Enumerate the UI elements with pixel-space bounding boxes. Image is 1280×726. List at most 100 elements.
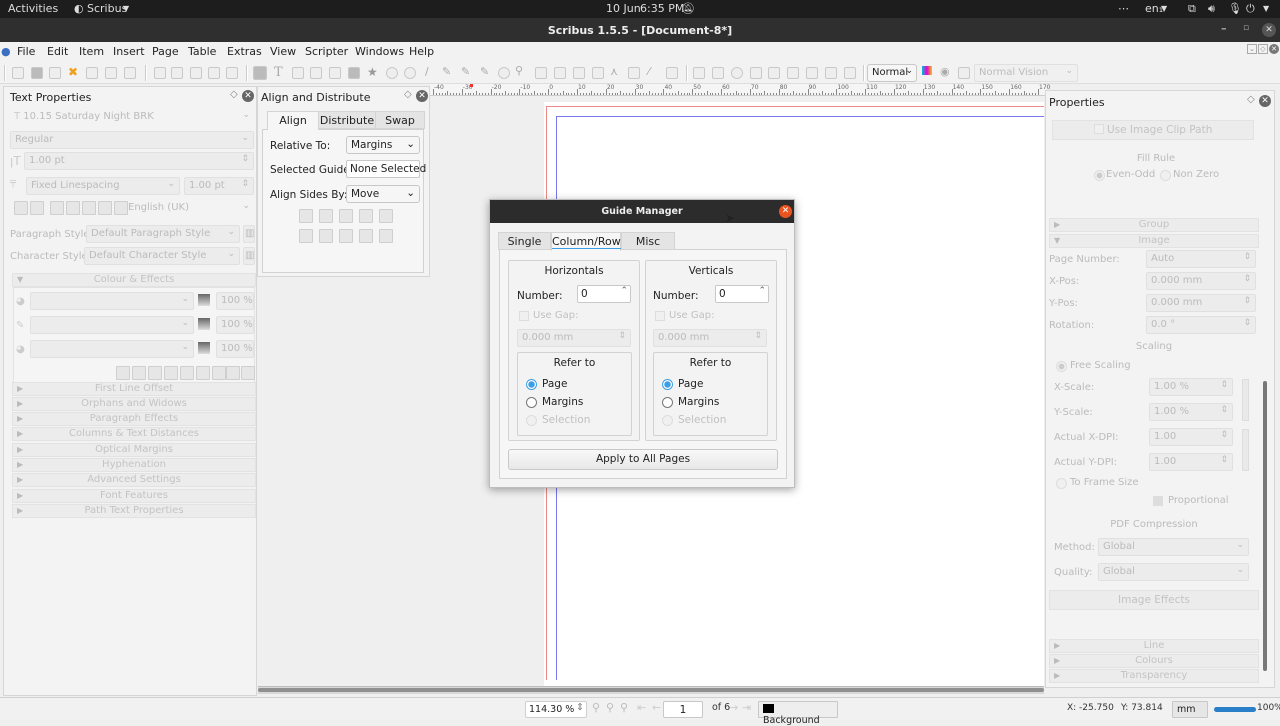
zoom-100-icon[interactable]: ⚲ [606, 701, 614, 714]
stroke-colour-select[interactable]: ⌄ [30, 316, 194, 334]
new-document-icon[interactable] [12, 67, 24, 79]
verticals-gap-input[interactable]: 0.000 mm ⇕ [653, 329, 767, 347]
tab-align[interactable]: Align [267, 111, 319, 130]
doc-restore-button[interactable]: ◇ [1258, 44, 1268, 54]
clear-paragraph-style-button[interactable]: ▥ [243, 225, 255, 243]
character-style-select[interactable]: Default Character Style ⌄ [84, 247, 240, 265]
float-panel-icon[interactable]: ◇ [1247, 94, 1255, 105]
font-shade-input[interactable]: 100 % [216, 292, 254, 310]
open-document-icon[interactable] [31, 67, 43, 79]
line-tool-icon[interactable]: / [425, 65, 429, 78]
close-panel-button[interactable]: ✕ [1259, 95, 1271, 107]
color-management-icon[interactable] [922, 66, 932, 75]
verticals-page-radio[interactable] [662, 379, 673, 390]
spinner-icon[interactable]: ⇕ [576, 702, 584, 713]
verticals-margins-radio[interactable] [662, 397, 673, 408]
copy-properties-icon[interactable] [628, 67, 640, 79]
quality-select[interactable]: Global ⌄ [1098, 563, 1249, 581]
tab-single[interactable]: Single [498, 232, 551, 250]
verticals-use-gap-checkbox[interactable] [655, 311, 665, 321]
menu-insert[interactable]: Insert [113, 45, 145, 58]
pdf-text-field-icon[interactable] [750, 67, 762, 79]
section-paragraph-effects[interactable]: ▶ Paragraph Effects [12, 412, 256, 426]
first-page-icon[interactable]: ⇤ [637, 701, 646, 714]
menu-help[interactable]: Help [409, 45, 434, 58]
image-effects-button[interactable]: Image Effects [1049, 590, 1259, 610]
apply-to-all-pages-button[interactable]: Apply to All Pages [508, 449, 778, 470]
menu-scripter[interactable]: Scripter [305, 45, 348, 58]
menu-view[interactable]: View [270, 45, 296, 58]
pdf-push-button-icon[interactable] [693, 67, 705, 79]
font-size-input[interactable]: 1.00 pt ⇕ [24, 152, 254, 170]
paste-icon[interactable] [226, 67, 238, 79]
tab-swap[interactable]: Swap [375, 111, 425, 129]
background-colour-select[interactable]: ⌄ [30, 340, 194, 358]
to-frame-size-radio[interactable] [1056, 478, 1067, 489]
linespacing-mode-select[interactable]: Fixed Linespacing ⌄ [26, 177, 180, 195]
float-panel-icon[interactable]: ◇ [404, 89, 412, 100]
horizontals-selection-radio[interactable] [526, 415, 537, 426]
menu-edit[interactable]: Edit [47, 45, 68, 58]
rotation-input[interactable]: 0.0 ° ⇕ [1146, 316, 1256, 334]
doc-close-button[interactable]: ✕ [1269, 44, 1279, 54]
section-colour-effects[interactable]: ▼ Colour & Effects [12, 273, 256, 287]
font-style-select[interactable]: Regular ⌄ [10, 131, 254, 149]
preview-mode-icon[interactable]: ◉ [940, 65, 950, 78]
close-document-icon[interactable]: ✖ [68, 65, 78, 79]
image-frame-tool-icon[interactable] [292, 67, 304, 79]
edit-in-preview-icon[interactable] [958, 67, 970, 79]
layer-select[interactable]: Background [758, 701, 838, 726]
edit-contents-icon[interactable] [535, 67, 547, 79]
section-advanced-settings[interactable]: ▶ Advanced Settings [12, 473, 256, 487]
close-window-button[interactable]: ✕ [1262, 23, 1276, 37]
align-left-sides-icon[interactable] [299, 209, 313, 223]
next-page-icon[interactable]: → [729, 701, 738, 714]
tab-distribute[interactable]: Distribute [318, 111, 376, 129]
close-panel-button[interactable]: ✕ [416, 90, 428, 102]
underline-words-icon[interactable] [132, 366, 146, 380]
activities-button[interactable]: Activities [8, 2, 58, 15]
unlink-frames-icon[interactable] [592, 67, 604, 79]
align-right-to-left-icon[interactable] [379, 229, 393, 243]
polygon-tool-icon[interactable]: ★ [367, 65, 378, 79]
section-hyphenation[interactable]: ▶ Hyphenation [12, 458, 256, 472]
align-top-to-bottom-icon[interactable] [319, 229, 333, 243]
align-right-icon[interactable] [82, 201, 96, 215]
yscale-input[interactable]: 1.00 % ⇕ [1149, 403, 1233, 421]
section-font-features[interactable]: ▶ Font Features [12, 489, 256, 503]
export-pdf-icon[interactable] [124, 67, 136, 79]
section-colours[interactable]: ▶ Colours [1049, 654, 1259, 668]
underline-icon[interactable] [116, 366, 130, 380]
minimize-button[interactable]: – [1221, 22, 1227, 35]
menu-item[interactable]: Item [79, 45, 104, 58]
select-tool-icon[interactable] [253, 66, 267, 80]
eyedropper-icon[interactable]: ⁄ [648, 65, 650, 78]
save-icon[interactable] [49, 67, 61, 79]
ypos-input[interactable]: 0.000 mm ⇕ [1146, 294, 1256, 312]
previous-page-icon[interactable]: ← [652, 701, 661, 714]
scale-link-chain-icon[interactable] [1242, 379, 1249, 421]
table-tool-icon[interactable] [329, 67, 341, 79]
volume-icon[interactable]: 🔊︎ [1208, 2, 1215, 16]
align-left-icon[interactable] [50, 201, 64, 215]
float-panel-icon[interactable]: ◇ [230, 89, 238, 100]
rotate-tool-icon[interactable] [498, 67, 510, 79]
menu-windows[interactable]: Windows [355, 45, 404, 58]
pdf-annotation-icon[interactable] [806, 67, 818, 79]
pdf-link-icon[interactable] [825, 67, 837, 79]
tab-column-row[interactable]: Column/Row [551, 232, 621, 251]
menu-file[interactable]: File [17, 45, 35, 58]
verticals-number-input[interactable]: 0 ⌃ [715, 285, 769, 303]
shape-tool-icon[interactable] [348, 67, 360, 79]
clock-time[interactable]: 6:35 PM [640, 2, 684, 15]
zoom-tool-icon[interactable]: ⚲ [515, 64, 523, 77]
scrollbar-thumb[interactable] [258, 688, 1044, 692]
section-path-text-properties[interactable]: ▶ Path Text Properties [12, 504, 256, 518]
page-number-input[interactable]: 1 [663, 701, 703, 718]
align-center-icon[interactable] [66, 201, 80, 215]
horizontals-use-gap-checkbox[interactable] [519, 311, 529, 321]
app-menu-button[interactable]: Scribus [87, 2, 127, 15]
menu-table[interactable]: Table [188, 45, 216, 58]
pdf-list-box-icon[interactable] [787, 67, 799, 79]
center-horizontal-icon[interactable] [339, 209, 353, 223]
